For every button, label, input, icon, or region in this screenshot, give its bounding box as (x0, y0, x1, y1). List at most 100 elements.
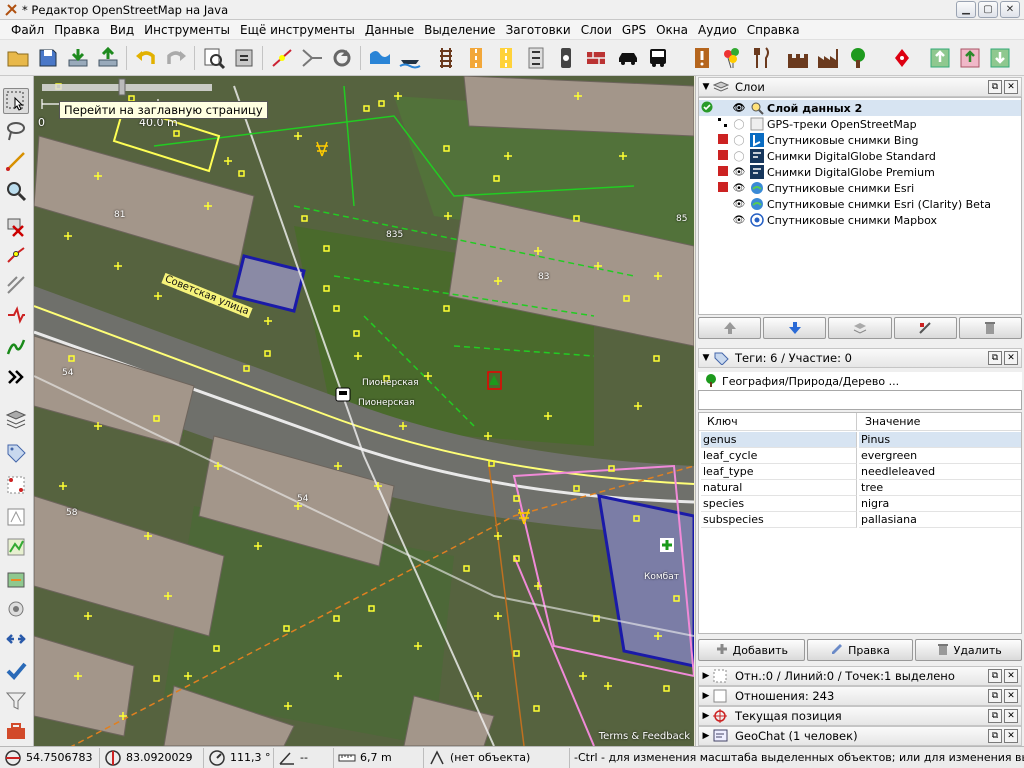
tag-value[interactable]: pallasiana (859, 512, 1021, 528)
column-header-value[interactable]: Значение (857, 413, 1021, 431)
table-row[interactable]: leaf_type needleleaved (699, 464, 1021, 480)
tag-key[interactable]: genus (701, 432, 857, 448)
select-mode-icon[interactable] (3, 88, 29, 114)
castle-icon[interactable] (784, 44, 812, 72)
menu-windows[interactable]: Окна (651, 20, 693, 40)
selection-list-icon[interactable] (3, 472, 29, 498)
extrude-mode-icon[interactable] (3, 302, 29, 328)
detach-panel-button[interactable]: ⧉ (988, 80, 1002, 94)
improve-way-icon[interactable] (3, 334, 29, 360)
visibility-hidden-icon[interactable]: ◯ (731, 151, 747, 162)
detach-panel-button[interactable]: ⧉ (988, 729, 1002, 743)
merge-layer-icon[interactable] (828, 317, 892, 339)
preset-search-field[interactable] (698, 390, 1022, 410)
layer-properties-icon[interactable] (893, 317, 957, 339)
expand-icon[interactable]: ▶ (699, 711, 713, 721)
tree-icon[interactable] (844, 44, 872, 72)
highway-icon[interactable] (492, 44, 520, 72)
move-up-icon[interactable] (698, 317, 762, 339)
combine-way-icon[interactable] (298, 44, 326, 72)
railway-icon[interactable] (432, 44, 460, 72)
menu-audio[interactable]: Аудио (693, 20, 742, 40)
visibility-hidden-icon[interactable]: ◯ (731, 119, 747, 130)
layer-row[interactable]: ◯ Снимки DigitalGlobe Standard (699, 148, 1021, 164)
delete-mode-icon[interactable] (3, 214, 29, 240)
selection-panel-header[interactable]: ▶ Отн.:0 / Линий:0 / Точек:1 выделено ⧉ ✕ (698, 666, 1022, 686)
save-icon[interactable] (34, 44, 62, 72)
lasso-mode-icon[interactable] (3, 118, 29, 144)
menu-view[interactable]: Вид (105, 20, 139, 40)
visibility-eye-icon[interactable]: 👁 (731, 215, 747, 226)
road-icon[interactable] (462, 44, 490, 72)
split-way-icon[interactable] (268, 44, 296, 72)
poi-red-icon[interactable] (888, 44, 916, 72)
menu-edit[interactable]: Правка (49, 20, 105, 40)
tag-value[interactable]: needleleaved (859, 464, 1021, 480)
layer-row[interactable]: 👁 Слой данных 2 (699, 100, 1021, 116)
car-icon[interactable] (614, 44, 642, 72)
detach-panel-button[interactable]: ⧉ (988, 351, 1002, 365)
tag-value[interactable]: nigra (859, 496, 1021, 512)
map-view[interactable]: 0 40.0 m Советская улица Пионерская Пион… (34, 76, 694, 746)
delete-layer-icon[interactable] (958, 317, 1023, 339)
menu-help[interactable]: Справка (742, 20, 805, 40)
column-header-key[interactable]: Ключ (699, 413, 857, 431)
add-tag-button[interactable]: Добавить (698, 639, 805, 661)
industrial-icon[interactable] (814, 44, 842, 72)
traffic-icon[interactable] (552, 44, 580, 72)
layer-row[interactable]: ◯ Спутниковые снимки Bing (699, 132, 1021, 148)
expand-icon[interactable]: ▶ (699, 671, 713, 681)
close-panel-button[interactable]: ✕ (1004, 669, 1018, 683)
tags-panel-header[interactable]: ▼ Теги: 6 / Участие: 0 ⧉ ✕ (698, 348, 1022, 368)
edit-tag-button[interactable]: Правка (806, 639, 914, 661)
visibility-eye-icon[interactable]: 👁 (731, 103, 747, 114)
menu-gps[interactable]: GPS (617, 20, 651, 40)
close-panel-button[interactable]: ✕ (1004, 80, 1018, 94)
collapse-icon[interactable]: ▼ (699, 82, 713, 92)
layer-row[interactable]: 👁 Спутниковые снимки Esri (699, 180, 1021, 196)
tags-toggle-icon[interactable] (3, 440, 29, 466)
filter-icon[interactable] (3, 596, 29, 622)
minimize-button[interactable]: ▁ (956, 1, 976, 18)
expand-icon[interactable]: ▶ (699, 731, 713, 741)
split-way-mode-icon[interactable] (3, 242, 29, 268)
tag-key[interactable]: subspecies (701, 512, 857, 528)
preferences-icon[interactable] (230, 44, 258, 72)
map-paint-icon[interactable] (3, 566, 29, 592)
poi-warning-icon[interactable] (688, 44, 716, 72)
layers-panel-header[interactable]: ▼ Слои ⧉ ✕ (698, 77, 1022, 97)
detach-panel-button[interactable]: ⧉ (988, 669, 1002, 683)
ferry-icon[interactable] (396, 44, 424, 72)
layer-row[interactable]: 👁 Снимки DigitalGlobe Premium (699, 164, 1021, 180)
tag-key[interactable]: species (701, 496, 857, 512)
more-tools-icon[interactable] (3, 364, 29, 390)
draw-mode-icon[interactable] (3, 148, 29, 174)
layers-toggle-icon[interactable] (3, 406, 29, 432)
tag-key[interactable]: leaf_type (701, 464, 857, 480)
upload-icon[interactable] (94, 44, 122, 72)
relation-list-icon[interactable] (3, 504, 29, 530)
validate-check-icon[interactable] (3, 658, 29, 684)
menu-presets[interactable]: Заготовки (501, 20, 576, 40)
conflict-icon[interactable] (3, 626, 29, 652)
filter-funnel-icon[interactable] (3, 688, 29, 714)
undo-icon[interactable] (132, 44, 160, 72)
imagery-terms-link[interactable]: Terms & Feedback (599, 731, 690, 742)
layer-row[interactable]: ◯ GPS-треки OpenStreetMap (699, 116, 1021, 132)
restaurant-icon[interactable] (748, 44, 776, 72)
table-row[interactable]: subspecies pallasiana (699, 512, 1021, 528)
table-row[interactable]: genus Pinus (699, 432, 1021, 448)
maximize-button[interactable]: ▢ (978, 1, 998, 18)
table-row[interactable]: species nigra (699, 496, 1021, 512)
table-row[interactable]: natural tree (699, 480, 1021, 496)
search-object-icon[interactable] (200, 44, 228, 72)
detach-panel-button[interactable]: ⧉ (988, 709, 1002, 723)
menu-file[interactable]: Файл (6, 20, 49, 40)
zoom-mode-icon[interactable] (3, 178, 29, 204)
visibility-eye-icon[interactable]: 👁 (731, 199, 747, 210)
balloons-icon[interactable] (718, 44, 746, 72)
collapse-icon[interactable]: ▼ (699, 353, 713, 363)
position-panel-header[interactable]: ▶ Текущая позиция ⧉ ✕ (698, 706, 1022, 726)
menu-tools[interactable]: Инструменты (139, 20, 235, 40)
waterway-icon[interactable] (366, 44, 394, 72)
